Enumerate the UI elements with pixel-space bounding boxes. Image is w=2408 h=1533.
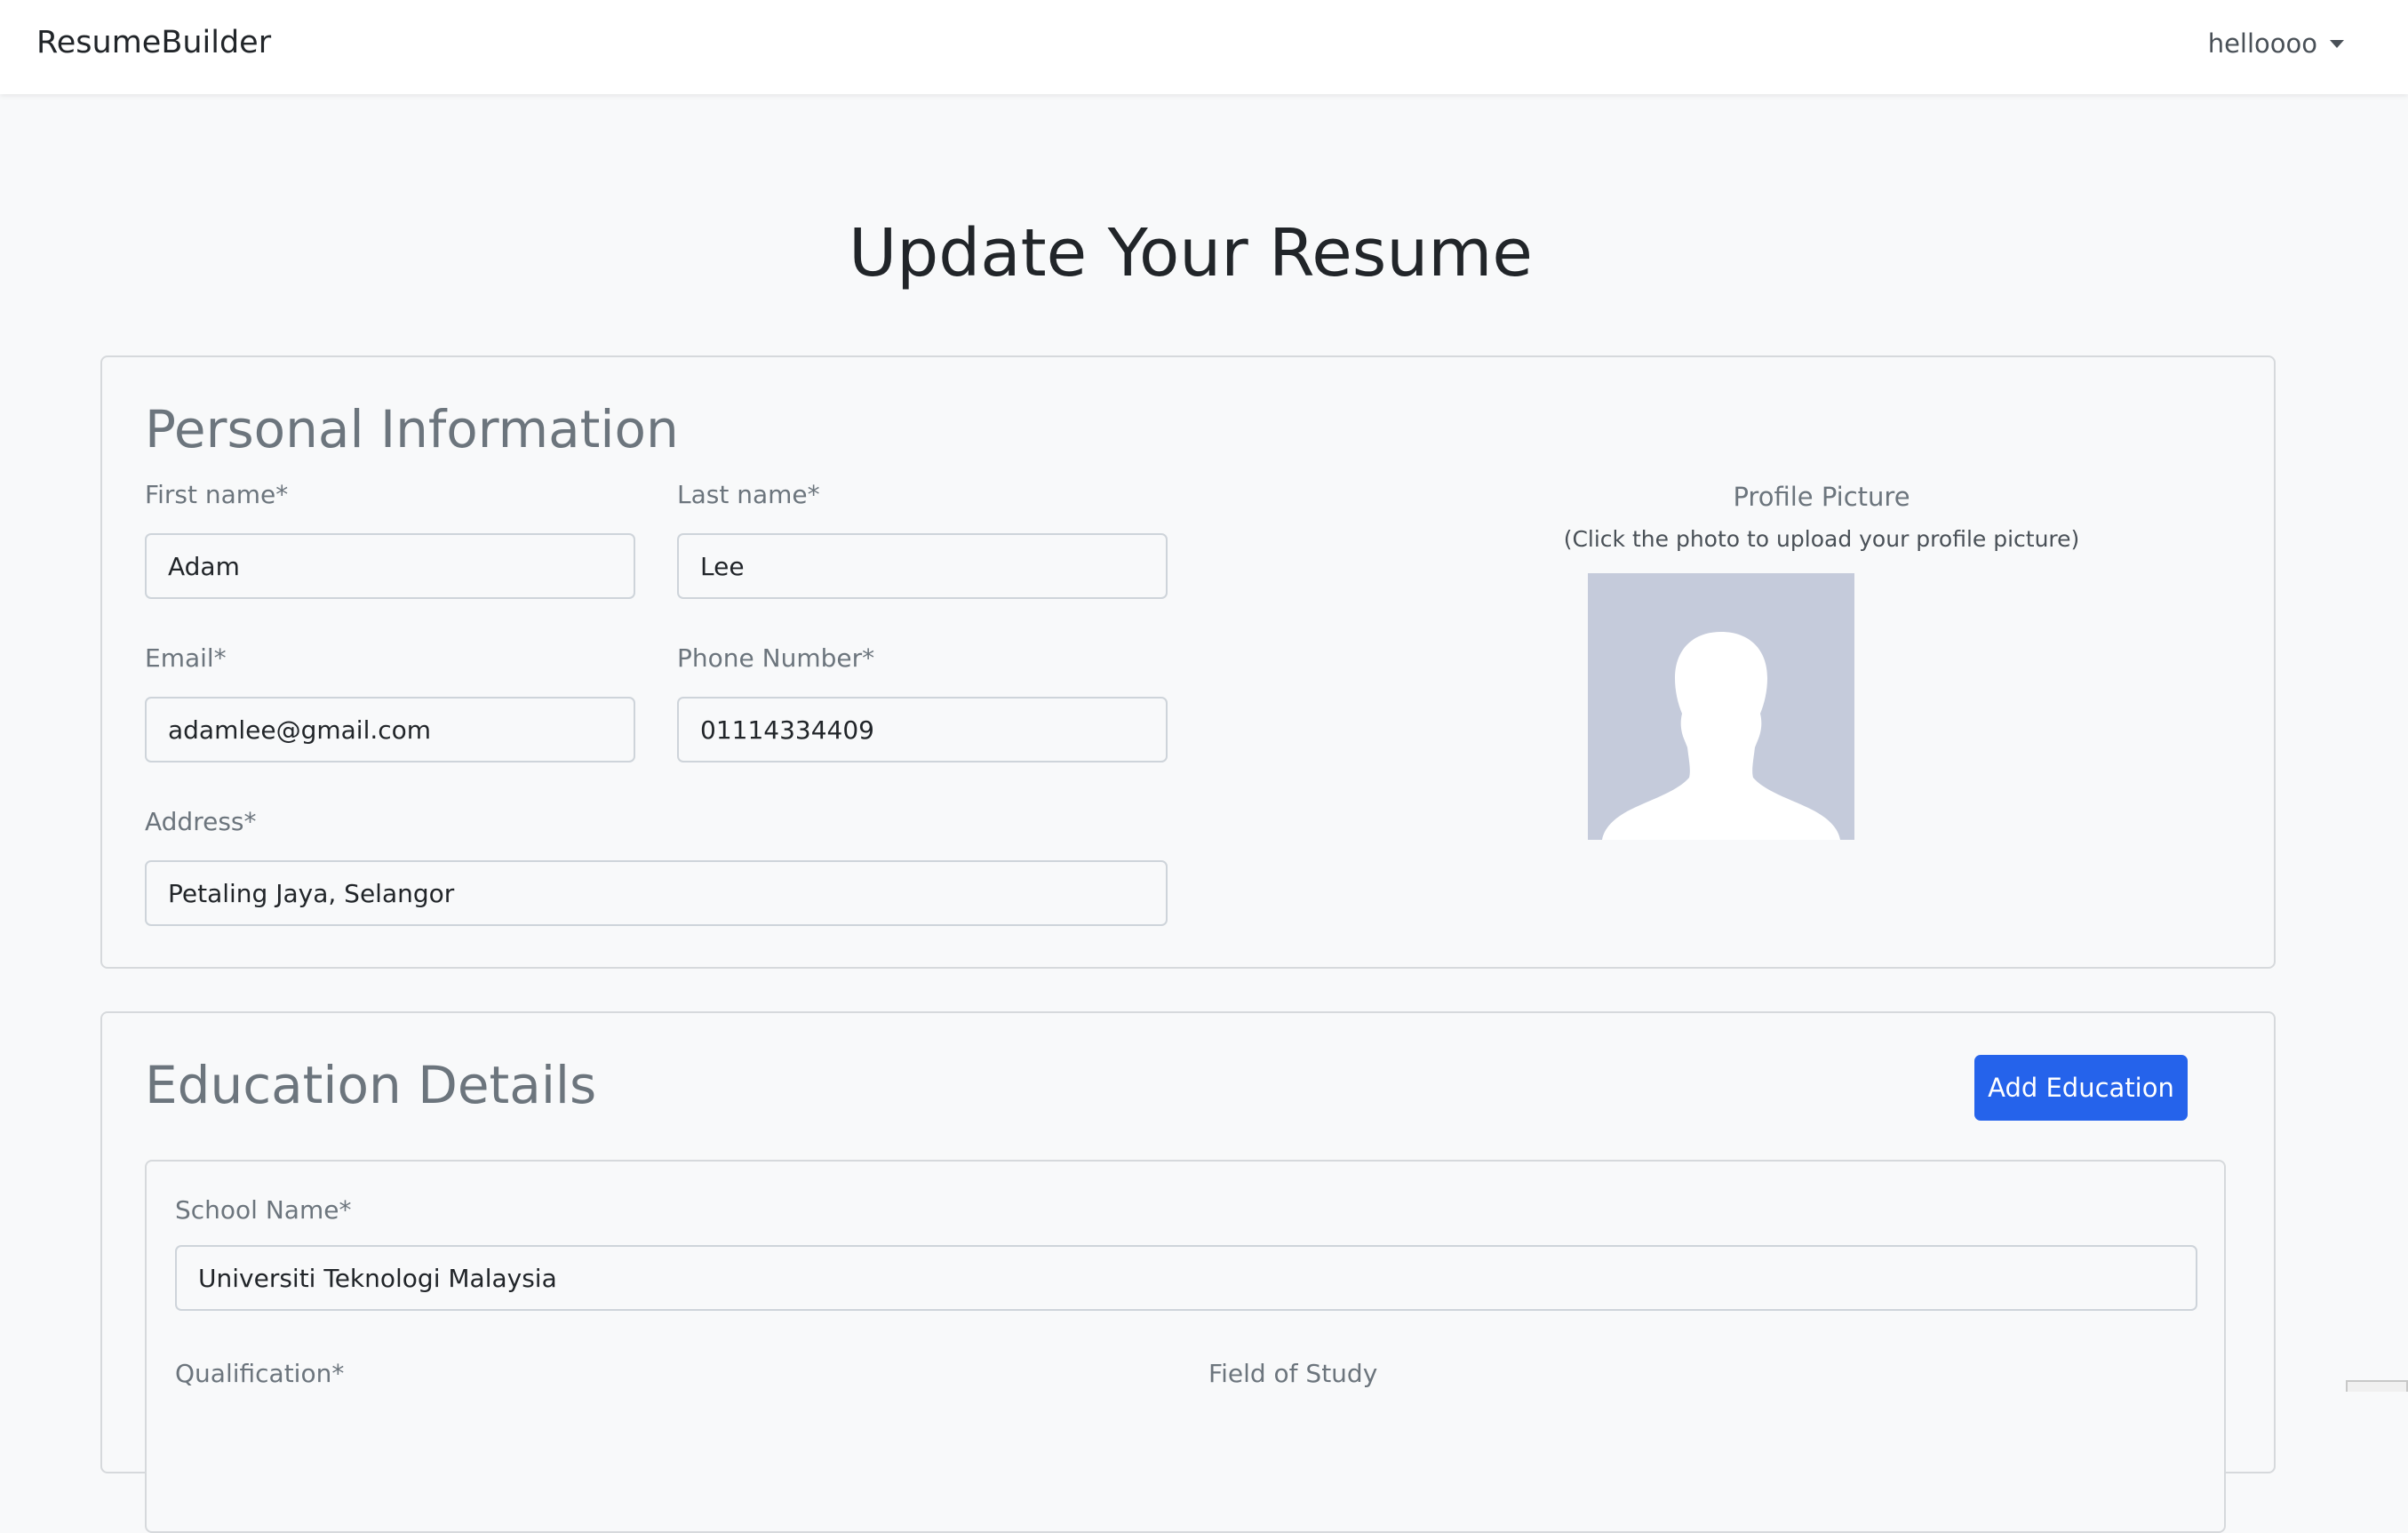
- profile-picture-title: Profile Picture: [1733, 482, 1910, 512]
- address-label: Address*: [145, 807, 257, 836]
- email-input[interactable]: [145, 697, 635, 763]
- avatar-placeholder-icon: [1602, 632, 1840, 840]
- user-name: helloooo: [2207, 28, 2317, 59]
- add-education-button[interactable]: Add Education: [1974, 1055, 2188, 1121]
- personal-information-card: Personal Information First name* Last na…: [100, 355, 2276, 969]
- first-name-input[interactable]: [145, 533, 635, 599]
- first-name-label: First name*: [145, 480, 289, 509]
- last-name-input[interactable]: [677, 533, 1168, 599]
- user-dropdown-toggle[interactable]: helloooo: [2208, 28, 2344, 59]
- top-navbar: ResumeBuilder helloooo: [0, 0, 2408, 94]
- phone-number-label: Phone Number*: [677, 643, 875, 673]
- page-title: Update Your Resume: [849, 215, 1533, 291]
- qualification-label: Qualification*: [175, 1359, 345, 1388]
- last-name-label: Last name*: [677, 480, 820, 509]
- email-label: Email*: [145, 643, 227, 673]
- scroll-indicator: [2346, 1380, 2408, 1392]
- field-of-study-label: Field of Study: [1208, 1359, 1378, 1388]
- school-name-label: School Name*: [175, 1195, 352, 1225]
- address-input[interactable]: [145, 860, 1168, 926]
- personal-information-title: Personal Information: [145, 399, 679, 459]
- profile-picture-hint: (Click the photo to upload your profile …: [1563, 526, 2080, 552]
- profile-picture-upload[interactable]: [1588, 573, 1854, 840]
- school-name-input[interactable]: [175, 1245, 2197, 1311]
- caret-down-icon: [2330, 39, 2344, 48]
- education-details-title: Education Details: [145, 1055, 597, 1115]
- education-details-card: Education Details Add Education School N…: [100, 1011, 2276, 1533]
- phone-number-input[interactable]: [677, 697, 1168, 763]
- education-entry-card: School Name* Qualification* Field of Stu…: [145, 1160, 2226, 1533]
- brand-logo-link[interactable]: ResumeBuilder: [36, 25, 271, 60]
